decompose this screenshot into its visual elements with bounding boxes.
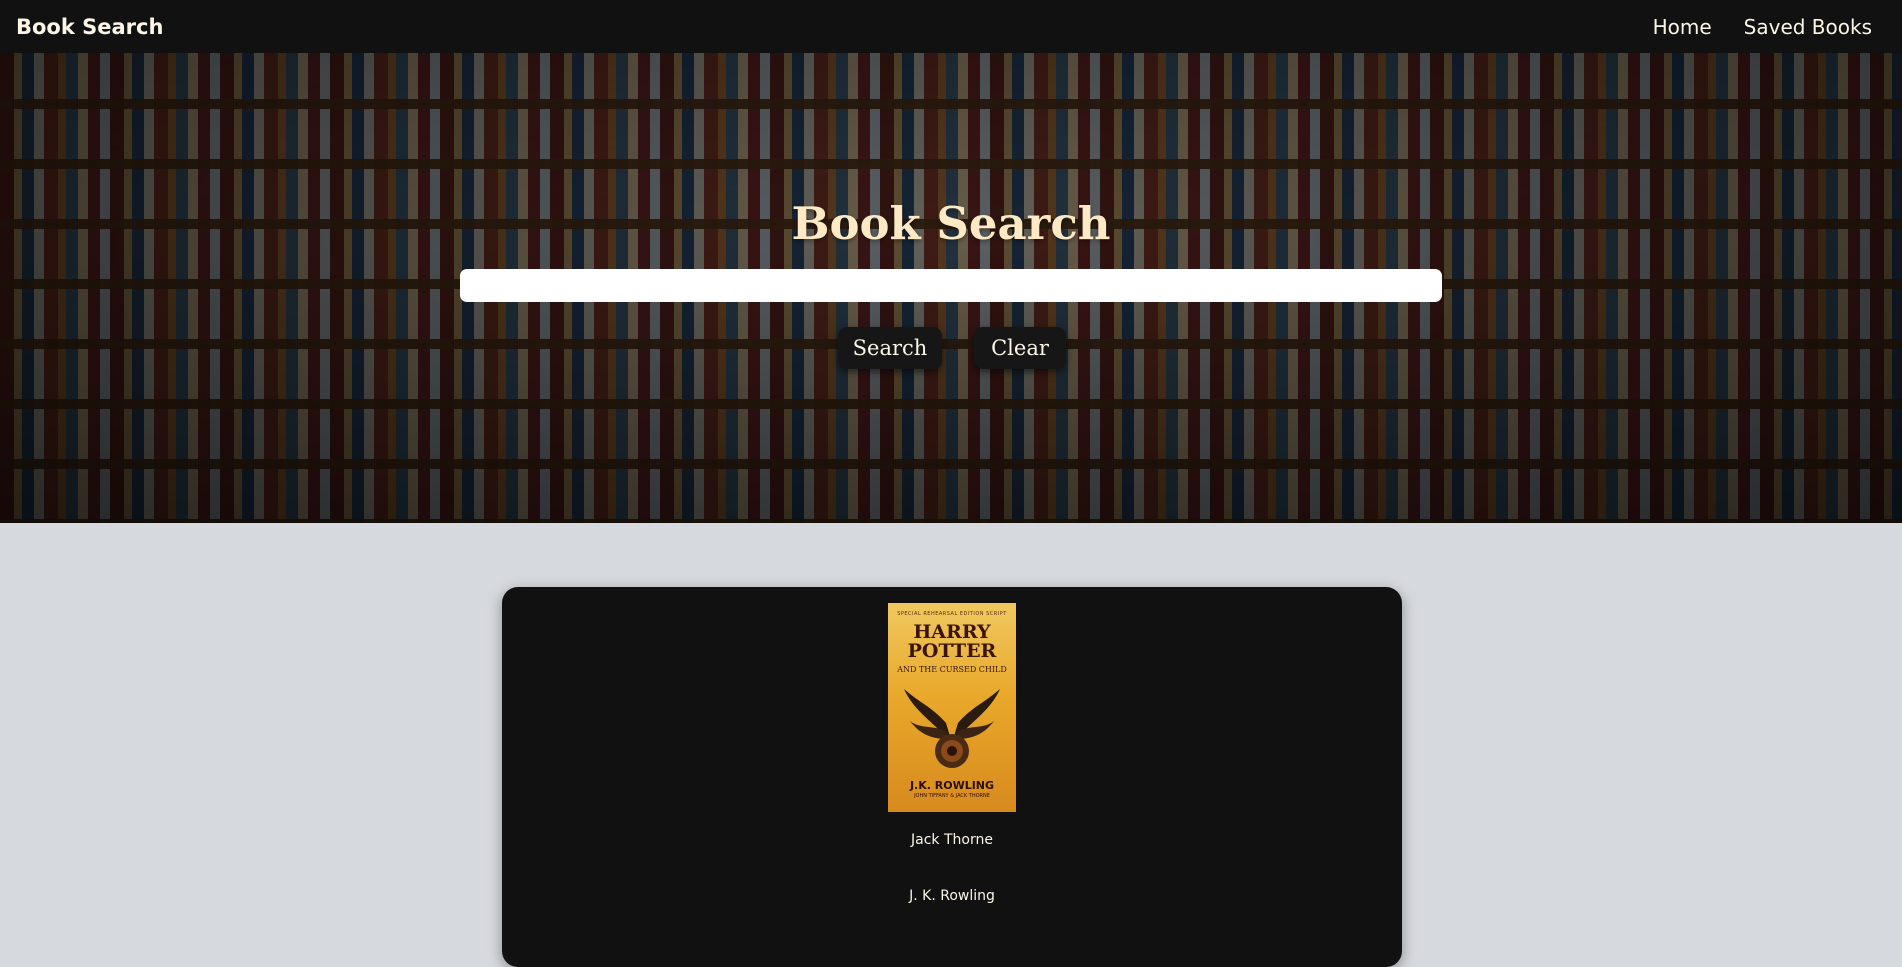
hero-banner: Book Search Search Clear — [0, 53, 1902, 523]
cover-credits: JOHN TIFFANY & JACK THORNE — [914, 793, 990, 799]
book-author: Jack Thorne — [911, 832, 993, 848]
search-input[interactable] — [460, 269, 1442, 302]
cover-subtitle: AND THE CURSED CHILD — [897, 665, 1007, 674]
brand-link[interactable]: Book Search — [16, 15, 163, 39]
cover-top-text: SPECIAL REHEARSAL EDITION SCRIPT — [897, 611, 1007, 617]
clear-button[interactable]: Clear — [974, 327, 1066, 369]
book-cover-image[interactable]: SPECIAL REHEARSAL EDITION SCRIPT HARRY P… — [888, 603, 1016, 812]
nav-saved-books-link[interactable]: Saved Books — [1744, 15, 1872, 39]
wings-nest-emblem-icon — [904, 689, 1000, 768]
nav-home-link[interactable]: Home — [1653, 15, 1712, 39]
cover-title-line: POTTER — [907, 640, 997, 662]
search-results-card: SPECIAL REHEARSAL EDITION SCRIPT HARRY P… — [502, 587, 1402, 967]
book-author: J. K. Rowling — [909, 888, 995, 904]
nav-links: Home Saved Books — [1653, 15, 1886, 39]
page-title: Book Search — [791, 197, 1111, 250]
search-button[interactable]: Search — [838, 327, 942, 369]
top-navbar: Book Search Home Saved Books — [0, 0, 1902, 53]
cover-title: HARRY POTTER — [888, 623, 1016, 661]
cover-author: J.K. ROWLING — [909, 779, 995, 792]
